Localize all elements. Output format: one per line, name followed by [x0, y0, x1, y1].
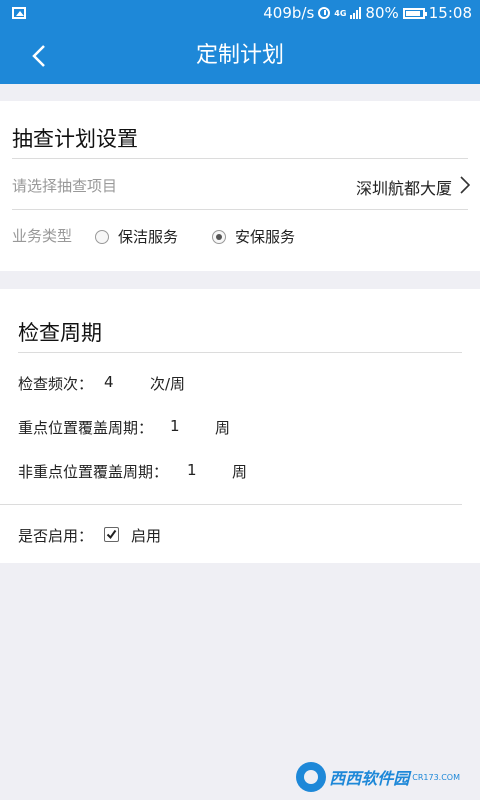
project-selector[interactable]: 请选择抽查项目 深圳航都大厦	[0, 159, 480, 209]
check-cycle-title: 检查周期	[18, 321, 102, 345]
back-button[interactable]	[24, 36, 64, 76]
nonkey-coverage-label: 非重点位置覆盖周期：	[18, 463, 169, 481]
watermark: 西西软件园 CR173.COM	[296, 762, 460, 792]
watermark-brand: 西西软件园	[329, 769, 410, 788]
key-coverage-unit: 周	[215, 419, 231, 437]
watermark-site: CR173.COM	[412, 772, 460, 782]
status-indicators: 409b/s 4G 80% 15:08	[263, 4, 472, 22]
project-label: 请选择抽查项目	[12, 177, 118, 195]
watermark-logo-icon	[296, 762, 327, 792]
clock: 15:08	[428, 4, 472, 22]
status-bar: 409b/s 4G 80% 15:08	[0, 0, 480, 28]
radio-label: 安保服务	[235, 228, 296, 246]
enable-checkbox[interactable]	[104, 527, 119, 542]
enable-option-label: 启用	[131, 527, 162, 545]
plan-settings-card: 抽查计划设置 请选择抽查项目 深圳航都大厦 业务类型 保洁服务 安保服务	[0, 101, 480, 271]
divider	[12, 209, 468, 210]
divider	[18, 352, 462, 353]
radio-checked-icon	[212, 229, 226, 244]
nonkey-coverage-value[interactable]: 1	[187, 461, 197, 479]
project-value: 深圳航都大厦	[355, 179, 452, 198]
radio-security-service[interactable]: 安保服务	[212, 226, 295, 247]
network-type: 4G	[334, 8, 347, 18]
plan-settings-title: 抽查计划设置	[12, 127, 138, 151]
battery-icon	[402, 7, 427, 19]
business-type-label: 业务类型	[12, 227, 73, 245]
divider	[0, 504, 462, 505]
nonkey-coverage-unit: 周	[232, 463, 248, 481]
page-title: 定制计划	[195, 43, 284, 68]
enable-label: 是否启用：	[18, 527, 94, 545]
frequency-unit: 次/周	[150, 375, 186, 393]
chevron-left-icon	[32, 45, 45, 67]
battery-percent: 80%	[365, 4, 399, 22]
checkmark-icon	[106, 529, 117, 540]
gallery-notification-icon	[12, 7, 26, 19]
key-coverage-value[interactable]: 1	[170, 417, 180, 435]
network-speed: 409b/s	[263, 4, 315, 22]
chevron-right-icon	[460, 176, 470, 194]
alarm-icon	[318, 7, 331, 19]
radio-unchecked-icon	[95, 229, 109, 244]
radio-cleaning-service[interactable]: 保洁服务	[95, 226, 178, 247]
check-cycle-card: 检查周期 检查频次： 4 次/周 重点位置覆盖周期： 1 周 非重点位置覆盖周期…	[0, 289, 480, 563]
frequency-label: 检查频次：	[18, 375, 94, 393]
frequency-value[interactable]: 4	[104, 373, 114, 391]
app-bar: 定制计划	[0, 28, 480, 84]
signal-icon	[350, 7, 362, 19]
key-coverage-label: 重点位置覆盖周期：	[18, 419, 154, 437]
radio-label: 保洁服务	[118, 228, 179, 246]
